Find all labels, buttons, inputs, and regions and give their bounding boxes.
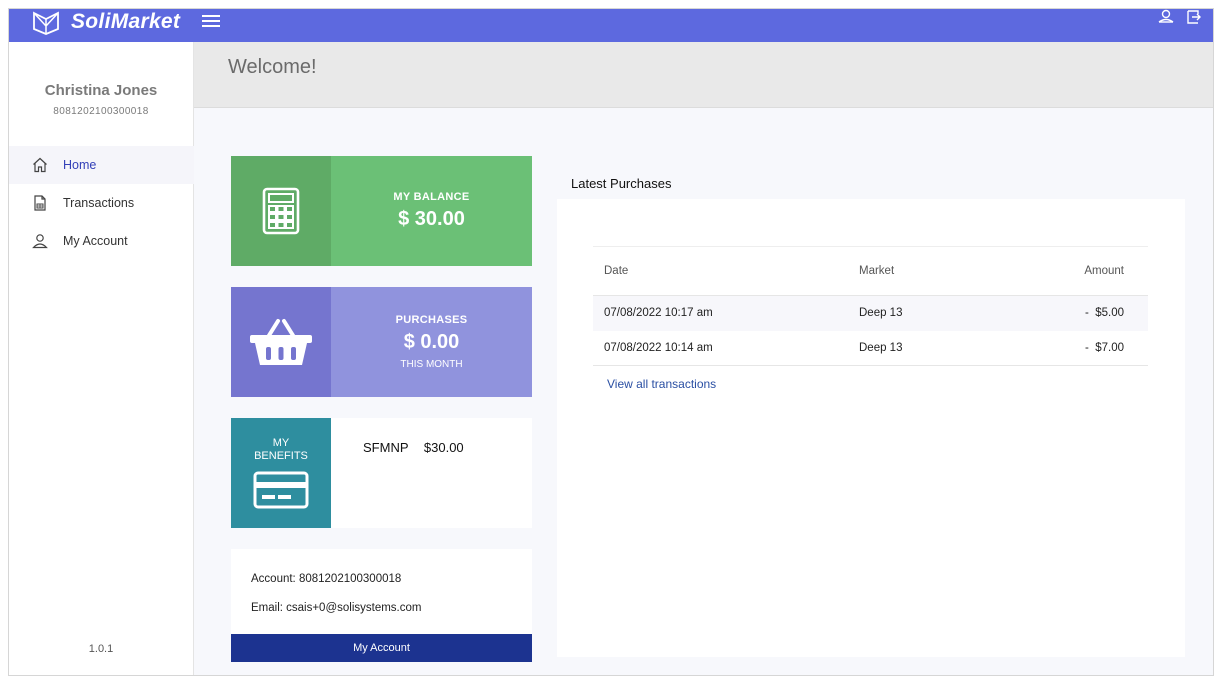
sidebar-item-label: Home bbox=[63, 158, 97, 172]
sidebar-item-transactions[interactable]: Transactions bbox=[9, 184, 194, 222]
user-name: Christina Jones bbox=[44, 82, 158, 99]
top-bar: SoliMarket bbox=[9, 9, 1213, 42]
account-number: Account: 8081202100300018 bbox=[251, 573, 402, 585]
row-amount: - $5.00 bbox=[1029, 295, 1148, 331]
view-all-transactions-link[interactable]: View all transactions bbox=[607, 377, 716, 391]
table-row[interactable]: 07/08/2022 10:14 am Deep 13 - $7.00 bbox=[593, 330, 1148, 366]
brand-name: SoliMarket bbox=[71, 9, 181, 33]
table-header-row: Date Market Amount bbox=[593, 246, 1148, 296]
hamburger-menu-icon[interactable] bbox=[202, 12, 220, 30]
latest-purchases-panel: Date Market Amount 07/08/2022 10:17 am D… bbox=[557, 199, 1185, 657]
row-date: 07/08/2022 10:14 am bbox=[593, 330, 859, 366]
row-date: 07/08/2022 10:17 am bbox=[593, 295, 859, 331]
basket-icon bbox=[250, 319, 312, 365]
purchases-period: THIS MONTH bbox=[400, 359, 463, 370]
benefits-label: MY BENEFITS bbox=[254, 437, 308, 463]
latest-purchases-title: Latest Purchases bbox=[571, 176, 672, 191]
purchases-card: PURCHASES $ 0.00 THIS MONTH bbox=[231, 287, 532, 397]
account-email: Email: csais+0@solisystems.com bbox=[251, 602, 422, 614]
balance-value: $ 30.00 bbox=[398, 208, 465, 230]
benefit-amount: $30.00 bbox=[423, 440, 464, 455]
account-info-box: Account: 8081202100300018 Email: csais+0… bbox=[231, 549, 532, 662]
my-account-button[interactable]: My Account bbox=[231, 634, 532, 662]
app-version: 1.0.1 bbox=[88, 643, 114, 655]
purchases-table: Date Market Amount 07/08/2022 10:17 am D… bbox=[593, 246, 1148, 366]
purchases-label: PURCHASES bbox=[395, 314, 468, 326]
column-header-date[interactable]: Date bbox=[593, 246, 859, 296]
balance-card-body: MY BALANCE $ 30.00 bbox=[331, 156, 532, 266]
sidebar-item-label: My Account bbox=[63, 234, 128, 248]
home-icon bbox=[31, 156, 49, 174]
user-id: 8081202100300018 bbox=[53, 106, 149, 117]
benefits-card-body: SFMNP $30.00 bbox=[331, 418, 532, 528]
table-row[interactable]: 07/08/2022 10:17 am Deep 13 - $5.00 bbox=[593, 295, 1148, 331]
app-window: SoliMarket Christina Jones 8081202100300… bbox=[8, 8, 1214, 676]
balance-icon-cell bbox=[231, 156, 331, 266]
column-header-amount[interactable]: Amount bbox=[1029, 246, 1148, 296]
sidebar-item-my-account[interactable]: My Account bbox=[9, 222, 194, 260]
logout-icon[interactable] bbox=[1185, 9, 1203, 29]
benefits-label-line1: MY bbox=[272, 437, 290, 449]
document-icon bbox=[31, 194, 49, 212]
benefits-label-line2: BENEFITS bbox=[254, 450, 308, 462]
card-icon bbox=[253, 471, 309, 509]
purchases-icon-cell bbox=[231, 287, 331, 397]
row-amount: - $7.00 bbox=[1029, 330, 1148, 366]
row-market: Deep 13 bbox=[859, 295, 1029, 331]
column-header-market[interactable]: Market bbox=[859, 246, 1029, 296]
benefit-item: SFMNP $30.00 bbox=[363, 440, 464, 455]
page-title: Welcome! bbox=[228, 56, 317, 78]
balance-label: MY BALANCE bbox=[393, 191, 470, 203]
purchases-value: $ 0.00 bbox=[403, 331, 460, 353]
sidebar-nav: Home Transactions My Account bbox=[9, 146, 194, 260]
brand[interactable]: SoliMarket bbox=[31, 9, 181, 38]
sidebar-item-label: Transactions bbox=[63, 196, 135, 210]
welcome-bar: Welcome! bbox=[194, 42, 1213, 108]
benefit-program: SFMNP bbox=[363, 440, 409, 455]
user-icon bbox=[31, 232, 49, 250]
benefits-icon-cell: MY BENEFITS bbox=[231, 418, 331, 528]
purchases-card-body: PURCHASES $ 0.00 THIS MONTH bbox=[331, 287, 532, 397]
benefits-card: MY BENEFITS SFMNP $30.00 bbox=[231, 418, 532, 528]
balance-card: MY BALANCE $ 30.00 bbox=[231, 156, 532, 266]
sidebar: Christina Jones 8081202100300018 Home Tr… bbox=[9, 42, 194, 675]
user-profile-icon[interactable] bbox=[1157, 9, 1175, 29]
solimarket-logo-icon bbox=[33, 11, 59, 35]
row-market: Deep 13 bbox=[859, 330, 1029, 366]
sidebar-item-home[interactable]: Home bbox=[9, 146, 194, 184]
calculator-icon bbox=[262, 187, 300, 235]
